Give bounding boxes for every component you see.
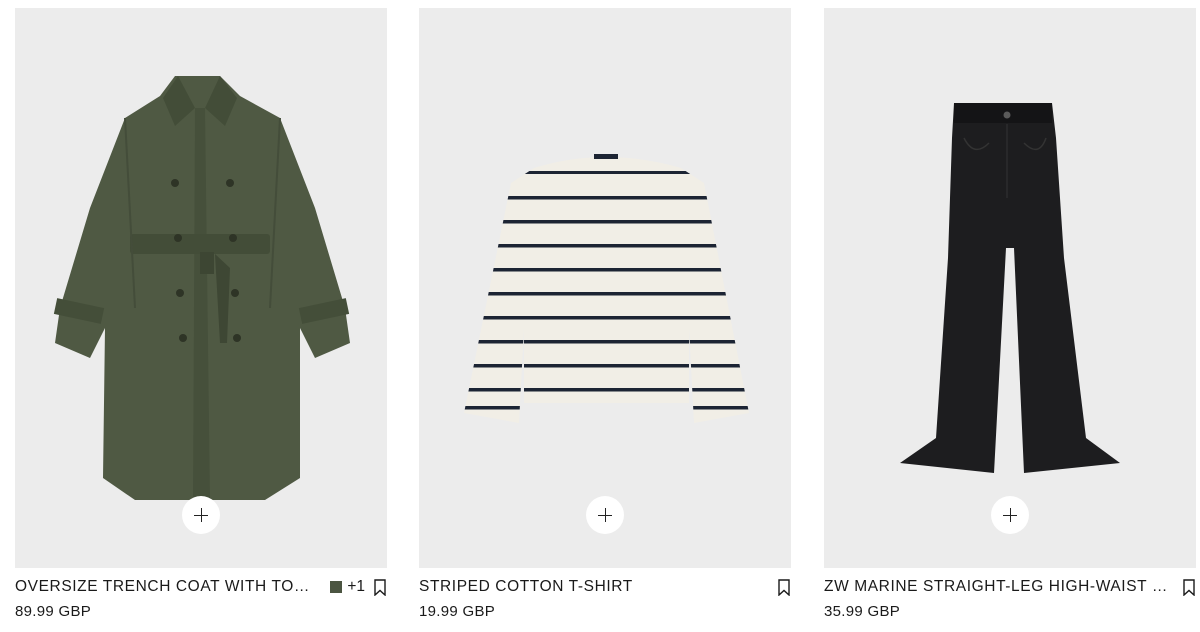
trench-coat-image [53, 76, 350, 500]
more-colors-count[interactable]: +1 [347, 577, 365, 597]
product-name-row: OVERSIZE TRENCH COAT WITH TOPSTITCHING +… [15, 577, 387, 597]
product-name[interactable]: OVERSIZE TRENCH COAT WITH TOPSTITCHING [15, 577, 320, 597]
product-name-row: ZW MARINE STRAIGHT-LEG HIGH-WAIST JEANS [824, 577, 1196, 597]
product-name-row: STRIPED COTTON T-SHIRT [419, 577, 791, 597]
product-name[interactable]: ZW MARINE STRAIGHT-LEG HIGH-WAIST JEANS [824, 577, 1174, 597]
plus-icon [1003, 508, 1017, 522]
product-image-link[interactable] [15, 8, 387, 568]
striped-shirt-image [464, 154, 749, 423]
product-name[interactable]: STRIPED COTTON T-SHIRT [419, 577, 769, 597]
product-info: OVERSIZE TRENCH COAT WITH TOPSTITCHING +… [15, 576, 387, 626]
add-to-bag-button[interactable] [991, 496, 1029, 534]
plus-icon [194, 508, 208, 522]
color-swatch[interactable] [330, 581, 343, 593]
product-image-link[interactable] [824, 8, 1196, 568]
black-jeans-image [900, 103, 1120, 473]
add-to-bag-button[interactable] [586, 496, 624, 534]
product-price: 89.99 GBP [15, 603, 92, 620]
color-swatches[interactable]: +1 [330, 577, 365, 597]
product-image-link[interactable] [419, 8, 791, 568]
product-card-striped-shirt: STRIPED COTTON T-SHIRT 19.99 GBP [419, 8, 791, 632]
product-price: 19.99 GBP [419, 603, 496, 620]
product-card-marine-jeans: ZW MARINE STRAIGHT-LEG HIGH-WAIST JEANS … [824, 8, 1200, 632]
bookmark-icon[interactable] [1182, 578, 1196, 597]
add-to-bag-button[interactable] [182, 496, 220, 534]
product-grid: OVERSIZE TRENCH COAT WITH TOPSTITCHING +… [15, 8, 1200, 632]
bookmark-icon[interactable] [777, 578, 791, 597]
product-card-trench-coat: OVERSIZE TRENCH COAT WITH TOPSTITCHING +… [15, 8, 387, 632]
bookmark-icon[interactable] [373, 578, 387, 597]
product-info: ZW MARINE STRAIGHT-LEG HIGH-WAIST JEANS … [824, 576, 1200, 626]
product-info: STRIPED COTTON T-SHIRT 19.99 GBP [419, 576, 791, 626]
product-price: 35.99 GBP [824, 603, 901, 620]
plus-icon [598, 508, 612, 522]
